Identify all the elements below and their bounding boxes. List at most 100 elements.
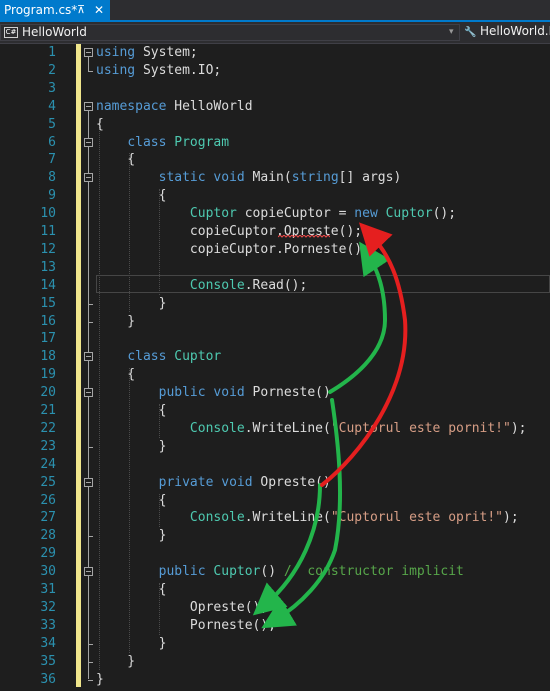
code-token: Porneste(); bbox=[96, 617, 277, 633]
collapse-toggle[interactable] bbox=[84, 137, 93, 147]
code-token: { bbox=[96, 188, 167, 204]
code-token: HelloWorld bbox=[166, 98, 253, 114]
code-token: void bbox=[213, 170, 245, 186]
code-token: Opreste(); bbox=[96, 599, 269, 615]
line-number: 34 bbox=[40, 635, 56, 651]
line-number: 30 bbox=[40, 564, 56, 580]
code-line[interactable]: Opreste(); bbox=[96, 599, 268, 617]
code-line[interactable]: } bbox=[96, 527, 167, 545]
code-line[interactable]: { bbox=[96, 581, 167, 599]
pin-icon[interactable]: ⊼ bbox=[77, 0, 85, 20]
line-number: 29 bbox=[40, 546, 56, 562]
code-line[interactable]: } bbox=[96, 313, 135, 331]
code-token: class bbox=[127, 134, 167, 150]
tab-program-cs[interactable]: Program.cs* ⊼ ✕ bbox=[0, 0, 110, 20]
line-number: 4 bbox=[48, 98, 56, 114]
code-line[interactable]: using System; bbox=[96, 44, 198, 62]
type-dropdown[interactable]: 🔧HelloWorld.Program bbox=[464, 24, 550, 41]
line-number: 9 bbox=[48, 188, 56, 204]
line-number: 14 bbox=[40, 277, 56, 293]
line-number: 8 bbox=[48, 170, 56, 186]
outline-line bbox=[88, 397, 89, 447]
code-line[interactable]: } bbox=[96, 671, 104, 689]
code-line[interactable]: Console.WriteLine("Cuptorul este oprit!"… bbox=[96, 509, 519, 527]
code-token: ); bbox=[503, 510, 519, 526]
code-token: Cuptor bbox=[189, 206, 237, 222]
outline-end bbox=[88, 536, 93, 538]
code-line[interactable]: class Cuptor bbox=[96, 348, 221, 366]
code-token: // constructor implicit bbox=[283, 564, 464, 580]
code-line[interactable]: public void Porneste() bbox=[96, 384, 331, 402]
code-editor[interactable]: 1 2 3 4 5 6 7 8 9 10 11 12 13 14 15 16 17 18 19 20 21 22 23 24 2… bbox=[0, 44, 550, 691]
outline-end bbox=[88, 643, 93, 645]
code-token: Cuptor bbox=[213, 564, 261, 580]
line-number: 25 bbox=[40, 474, 56, 490]
code-token: } bbox=[96, 635, 167, 651]
collapse-toggle[interactable] bbox=[84, 388, 93, 398]
code-line[interactable]: { bbox=[96, 492, 167, 510]
code-line[interactable]: namespace HelloWorld bbox=[96, 98, 253, 116]
code-line[interactable]: { bbox=[96, 366, 135, 384]
code-line[interactable]: copieCuptor.Opreste(); bbox=[96, 223, 362, 241]
line-number: 27 bbox=[40, 510, 56, 526]
code-line[interactable]: class Program bbox=[96, 134, 229, 152]
line-number: 20 bbox=[40, 385, 56, 401]
code-token: { bbox=[96, 582, 167, 597]
code-token: { bbox=[96, 116, 104, 132]
code-line[interactable]: Console.Read(); bbox=[96, 277, 307, 295]
code-line[interactable]: Porneste(); bbox=[96, 617, 276, 635]
code-token: Console bbox=[189, 420, 245, 436]
code-line[interactable]: copieCuptor.Porneste(); bbox=[96, 241, 370, 259]
line-number: 6 bbox=[48, 134, 56, 150]
code-line[interactable]: static void Main(string[] args) bbox=[96, 169, 402, 187]
code-line[interactable]: { bbox=[96, 187, 167, 205]
code-line[interactable]: { bbox=[96, 151, 135, 169]
code-token: copieCuptor = bbox=[236, 206, 355, 222]
code-line[interactable]: { bbox=[96, 402, 167, 420]
collapse-toggle[interactable] bbox=[84, 477, 93, 487]
collapse-toggle[interactable] bbox=[84, 101, 93, 111]
code-line[interactable]: } bbox=[96, 653, 135, 671]
code-token: Cuptor bbox=[174, 349, 222, 365]
code-line[interactable]: Console.WriteLine("Cuptorul este pornit!… bbox=[96, 420, 527, 438]
line-number: 11 bbox=[40, 224, 56, 239]
chevron-down-icon: ▾ bbox=[449, 27, 454, 37]
code-line[interactable]: Cuptor copieCuptor = new Cuptor(); bbox=[96, 205, 456, 223]
tab-title: Program.cs* bbox=[4, 3, 78, 17]
class-icon: 🔧 bbox=[464, 27, 477, 38]
line-number: 18 bbox=[40, 349, 56, 365]
line-number: 35 bbox=[40, 653, 56, 669]
code-line[interactable]: using System.IO; bbox=[96, 62, 221, 80]
collapse-toggle[interactable] bbox=[84, 173, 93, 183]
code-token: namespace bbox=[96, 98, 167, 114]
code-token: Cuptor bbox=[385, 206, 433, 222]
outline-line bbox=[88, 57, 89, 71]
project-dropdown[interactable]: C# HelloWorld ▾ bbox=[0, 24, 460, 41]
line-number: 24 bbox=[40, 456, 56, 472]
line-number: 3 bbox=[48, 80, 56, 96]
code-token: ); bbox=[510, 420, 527, 436]
code-line[interactable]: private void Opreste() bbox=[96, 474, 331, 492]
code-line[interactable]: { bbox=[96, 116, 104, 134]
line-number: 23 bbox=[40, 438, 56, 454]
code-line[interactable]: } bbox=[96, 438, 167, 456]
code-line[interactable]: } bbox=[96, 635, 167, 653]
code-token: using bbox=[96, 62, 136, 78]
close-icon[interactable]: ✕ bbox=[94, 0, 104, 20]
collapse-toggle[interactable] bbox=[84, 567, 93, 577]
code-token: Console bbox=[189, 277, 245, 293]
code-line[interactable]: } bbox=[96, 295, 167, 313]
outlining-gutter bbox=[81, 44, 95, 691]
code-token: System.IO; bbox=[135, 62, 222, 78]
outline-end bbox=[88, 321, 93, 323]
line-number: 16 bbox=[40, 313, 56, 329]
line-number: 5 bbox=[48, 116, 56, 132]
collapse-toggle[interactable] bbox=[84, 48, 93, 57]
outline-end bbox=[88, 661, 93, 663]
code-line[interactable]: public Cuptor() // constructor implicit bbox=[96, 563, 464, 581]
collapse-toggle[interactable] bbox=[84, 352, 93, 362]
